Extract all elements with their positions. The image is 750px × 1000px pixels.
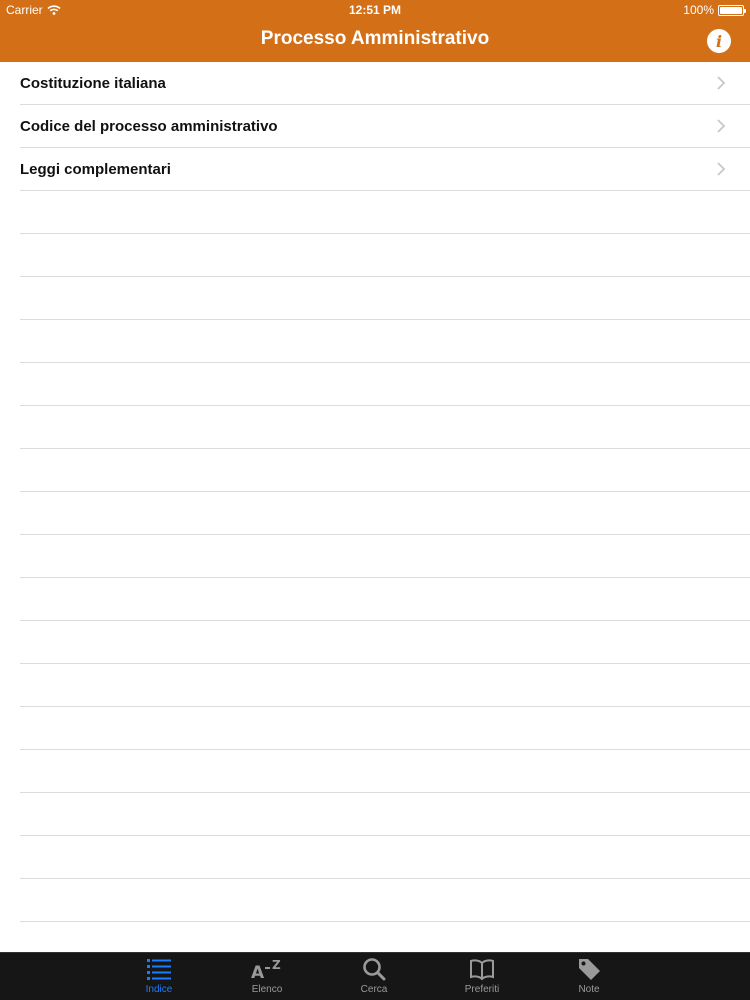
tab-elenco[interactable]: A Z Elenco (232, 957, 302, 995)
empty-row (20, 277, 750, 320)
empty-row (20, 793, 750, 836)
page-title: Processo Amministrativo (260, 28, 490, 49)
svg-text:A: A (251, 963, 265, 981)
tab-preferiti[interactable]: Preferiti (447, 957, 517, 995)
chevron-right-icon (717, 162, 726, 176)
list-item-label: Costituzione italiana (20, 74, 166, 92)
empty-row (20, 879, 750, 922)
chevron-right-icon (717, 119, 726, 133)
empty-row (20, 234, 750, 277)
list-item-label: Leggi complementari (20, 160, 171, 178)
empty-row (20, 492, 750, 535)
empty-row (20, 363, 750, 406)
battery-icon (718, 4, 746, 16)
list-item-leggi[interactable]: Leggi complementari (20, 148, 750, 191)
list-item-codice[interactable]: Codice del processo amministrativo (20, 105, 750, 148)
empty-row (20, 449, 750, 492)
list-item-label: Codice del processo amministrativo (20, 117, 278, 135)
search-icon (363, 958, 386, 981)
svg-text:Z: Z (272, 958, 281, 972)
chevron-right-icon (717, 76, 726, 90)
battery-indicator: 100% (683, 3, 746, 17)
tab-note[interactable]: Note (554, 957, 624, 995)
empty-row (20, 707, 750, 750)
empty-row (20, 406, 750, 449)
info-icon[interactable]: i (707, 29, 731, 53)
status-bar: Carrier 12:51 PM 100% (0, 0, 750, 20)
empty-row (20, 836, 750, 879)
empty-row (20, 922, 750, 952)
tab-label: Indice (145, 984, 173, 995)
empty-row (20, 535, 750, 578)
tab-label: Elenco (251, 984, 283, 995)
tag-icon (579, 959, 600, 980)
index-list: Costituzione italiana Codice del process… (0, 62, 750, 952)
tab-cerca[interactable]: Cerca (339, 957, 409, 995)
tab-indice[interactable]: Indice (124, 957, 194, 995)
book-icon (470, 959, 494, 981)
tab-label: Preferiti (464, 984, 500, 995)
empty-row (20, 750, 750, 793)
list-icon (147, 959, 171, 980)
empty-row (20, 621, 750, 664)
tab-bar: Indice A Z Elenco Cerca Preferiti Note (0, 952, 750, 1000)
clock: 12:51 PM (348, 3, 402, 17)
tab-label: Note (578, 984, 600, 995)
empty-row (20, 191, 750, 234)
empty-row (20, 664, 750, 707)
list-item-costituzione[interactable]: Costituzione italiana (20, 62, 750, 105)
empty-row (20, 578, 750, 621)
navigation-bar: Carrier 12:51 PM 100% Processo Amministr… (0, 0, 750, 62)
a-z-icon: A Z (251, 958, 281, 981)
battery-percent: 100% (683, 3, 714, 17)
empty-row (20, 320, 750, 363)
tab-label: Cerca (360, 984, 388, 995)
